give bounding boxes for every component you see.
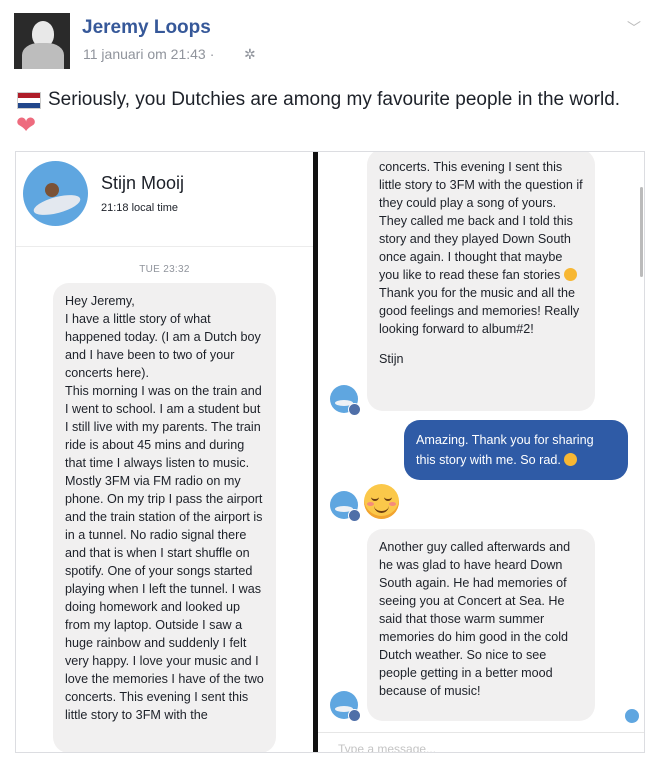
author-avatar[interactable] — [14, 13, 70, 69]
contact-avatar — [23, 161, 88, 226]
incoming-message-text: Another guy called afterwards and he was… — [379, 540, 571, 698]
contact-local-time: 21:18 local time — [101, 202, 179, 214]
scrollbar[interactable] — [640, 187, 643, 277]
message-input[interactable]: Type a message... — [338, 742, 436, 752]
post-text: Seriously, you Dutchies are among my fav… — [17, 89, 620, 111]
header-divider — [16, 246, 313, 247]
message-signature: Stijn — [379, 352, 404, 366]
seen-indicator-icon — [625, 709, 639, 723]
right-phone-pane: concerts. This evening I sent this littl… — [318, 152, 644, 752]
smiling-face-emoji-icon — [364, 484, 399, 519]
smiling-face-icon — [564, 453, 578, 466]
left-phone-pane: Stijn Mooij 21:18 local time TUE 23:32 H… — [16, 152, 313, 752]
incoming-message-bubble: concerts. This evening I sent this littl… — [367, 152, 595, 411]
incoming-message-text: Hey Jeremy, I have a little story of wha… — [65, 294, 264, 722]
heart-icon: ❤ — [16, 112, 37, 139]
post-header: Jeremy Loops 11 januari om 21:43 · ✲ ﹀ — [0, 0, 657, 76]
contact-name: Stijn Mooij — [101, 173, 185, 193]
post-message: Seriously, you Dutchies are among my fav… — [48, 89, 621, 110]
incoming-message-text: Thank you for the music and all the good… — [379, 286, 580, 336]
messenger-badge-icon — [348, 709, 361, 722]
author-name[interactable]: Jeremy Loops — [82, 17, 211, 39]
post-meta: 11 januari om 21:43 · — [83, 46, 218, 62]
outgoing-message-bubble: Amazing. Thank you for sharing this stor… — [404, 420, 628, 480]
messenger-screenshot: Stijn Mooij 21:18 local time TUE 23:32 H… — [15, 151, 645, 753]
messenger-badge-icon — [348, 509, 361, 522]
post-timestamp[interactable]: 11 januari om 21:43 — [83, 46, 206, 62]
incoming-message-bubble: Hey Jeremy, I have a little story of wha… — [53, 283, 276, 752]
meta-separator: · — [209, 46, 215, 62]
gear-icon[interactable]: ✲ — [244, 46, 256, 63]
messenger-badge-icon — [348, 403, 361, 416]
date-separator: TUE 23:32 — [139, 264, 190, 275]
incoming-message-bubble: Another guy called afterwards and he was… — [367, 529, 595, 721]
compose-divider — [318, 732, 644, 733]
chevron-down-icon[interactable]: ﹀ — [627, 18, 641, 38]
netherlands-flag-icon — [17, 91, 41, 109]
smiling-face-icon — [563, 268, 577, 281]
incoming-message-text: concerts. This evening I sent this littl… — [379, 160, 583, 282]
